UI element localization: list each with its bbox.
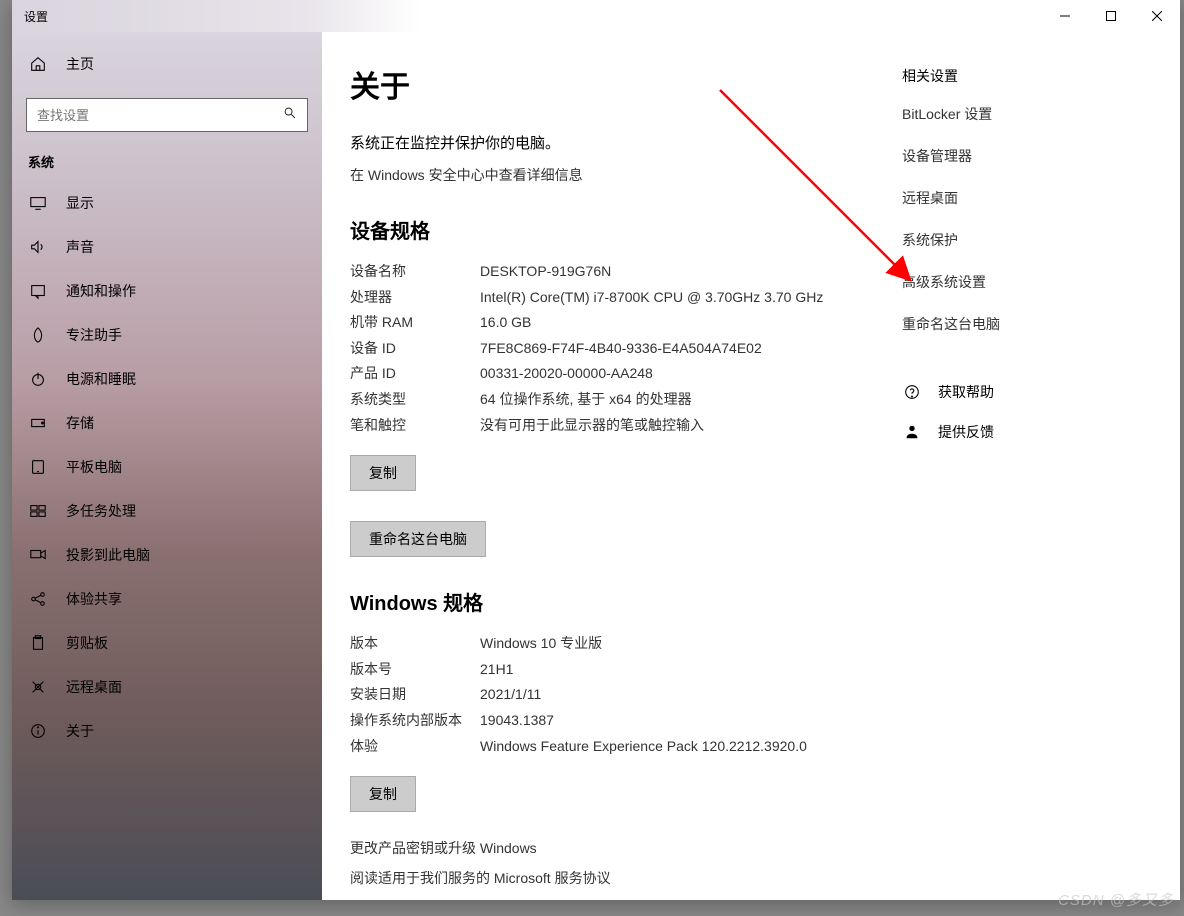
- device-manager-link[interactable]: 设备管理器: [902, 146, 1112, 166]
- rename-pc-link[interactable]: 重命名这台电脑: [902, 314, 1112, 334]
- multitask-icon: [28, 502, 48, 520]
- copy-windows-spec-button[interactable]: 复制: [350, 776, 416, 812]
- protect-message: 系统正在监控并保护你的电脑。: [350, 132, 862, 153]
- titlebar: 设置: [12, 0, 1180, 32]
- maximize-button[interactable]: [1088, 0, 1134, 32]
- spec-build: 操作系统内部版本19043.1387: [350, 711, 862, 731]
- spec-install-date: 安装日期2021/1/11: [350, 685, 862, 705]
- feedback-icon: [902, 423, 922, 441]
- nav-label: 平板电脑: [66, 457, 122, 477]
- spec-product-id: 产品 ID00331-20020-00000-AA248: [350, 364, 862, 384]
- nav-label: 电源和睡眠: [66, 369, 136, 389]
- nav-project[interactable]: 投影到此电脑: [12, 533, 322, 577]
- window-title: 设置: [24, 8, 48, 25]
- spec-pen: 笔和触控没有可用于此显示器的笔或触控输入: [350, 416, 862, 436]
- focus-icon: [28, 326, 48, 344]
- spec-system-type: 系统类型64 位操作系统, 基于 x64 的处理器: [350, 390, 862, 410]
- related-heading: 相关设置: [902, 66, 1112, 86]
- display-icon: [28, 194, 48, 212]
- close-button[interactable]: [1134, 0, 1180, 32]
- close-icon: [1152, 11, 1162, 21]
- spec-edition: 版本Windows 10 专业版: [350, 634, 862, 654]
- nav-label: 剪贴板: [66, 633, 108, 653]
- nav-label: 体验共享: [66, 589, 122, 609]
- nav-label: 投影到此电脑: [66, 545, 150, 565]
- help-icon: [902, 383, 922, 401]
- nav-label: 通知和操作: [66, 281, 136, 301]
- services-agreement-link[interactable]: 阅读适用于我们服务的 Microsoft 服务协议: [350, 868, 862, 888]
- minimize-button[interactable]: [1042, 0, 1088, 32]
- spec-experience: 体验Windows Feature Experience Pack 120.22…: [350, 737, 862, 757]
- remote-icon: [28, 678, 48, 696]
- feedback-label: 提供反馈: [938, 422, 994, 442]
- titlebar-buttons: [1042, 0, 1180, 32]
- nav-label: 存储: [66, 413, 94, 433]
- copy-device-spec-button[interactable]: 复制: [350, 455, 416, 491]
- nav-focus[interactable]: 专注助手: [12, 313, 322, 357]
- power-icon: [28, 370, 48, 388]
- spec-processor: 处理器Intel(R) Core(TM) i7-8700K CPU @ 3.70…: [350, 288, 862, 308]
- nav-shared[interactable]: 体验共享: [12, 577, 322, 621]
- spec-version: 版本号21H1: [350, 660, 862, 680]
- category-label: 系统: [12, 140, 322, 181]
- windows-spec-heading: Windows 规格: [350, 587, 862, 616]
- notifications-icon: [28, 282, 48, 300]
- sound-icon: [28, 238, 48, 256]
- content: 关于 系统正在监控并保护你的电脑。 在 Windows 安全中心中查看详细信息 …: [322, 32, 1180, 900]
- home-icon: [28, 55, 48, 73]
- nav-sound[interactable]: 声音: [12, 225, 322, 269]
- nav-remote[interactable]: 远程桌面: [12, 665, 322, 709]
- remote-desktop-link[interactable]: 远程桌面: [902, 188, 1112, 208]
- home-label: 主页: [66, 54, 94, 74]
- storage-icon: [28, 414, 48, 432]
- page-title: 关于: [350, 62, 862, 106]
- rename-pc-button[interactable]: 重命名这台电脑: [350, 521, 486, 557]
- sidebar: 主页 系统 显示 声音 通知和操作: [12, 32, 322, 900]
- search-input[interactable]: [37, 108, 283, 123]
- nav-power[interactable]: 电源和睡眠: [12, 357, 322, 401]
- advanced-system-settings-link[interactable]: 高级系统设置: [902, 272, 1112, 292]
- device-spec-heading: 设备规格: [350, 215, 862, 244]
- feedback-link[interactable]: 提供反馈: [902, 422, 1112, 442]
- home-nav[interactable]: 主页: [12, 40, 322, 88]
- tablet-icon: [28, 458, 48, 476]
- get-help-label: 获取帮助: [938, 382, 994, 402]
- nav-label: 多任务处理: [66, 501, 136, 521]
- about-icon: [28, 722, 48, 740]
- watermark: CSDN @多又多: [1058, 889, 1174, 910]
- spec-device-name: 设备名称DESKTOP-919G76N: [350, 262, 862, 282]
- maximize-icon: [1106, 11, 1116, 21]
- spec-ram: 机带 RAM16.0 GB: [350, 313, 862, 333]
- project-icon: [28, 546, 48, 564]
- change-product-key-link[interactable]: 更改产品密钥或升级 Windows: [350, 838, 862, 858]
- nav-notifications[interactable]: 通知和操作: [12, 269, 322, 313]
- nav-label: 声音: [66, 237, 94, 257]
- related-settings: 相关设置 BitLocker 设置 设备管理器 远程桌面 系统保护 高级系统设置…: [882, 32, 1132, 900]
- bitlocker-link[interactable]: BitLocker 设置: [902, 104, 1112, 124]
- get-help-link[interactable]: 获取帮助: [902, 382, 1112, 402]
- nav-tablet[interactable]: 平板电脑: [12, 445, 322, 489]
- minimize-icon: [1060, 11, 1070, 21]
- search-icon: [283, 106, 297, 125]
- nav-label: 关于: [66, 721, 94, 741]
- nav-clipboard[interactable]: 剪贴板: [12, 621, 322, 665]
- main-panel: 关于 系统正在监控并保护你的电脑。 在 Windows 安全中心中查看详细信息 …: [322, 32, 882, 900]
- nav-label: 远程桌面: [66, 677, 122, 697]
- security-center-link[interactable]: 在 Windows 安全中心中查看详细信息: [350, 165, 862, 185]
- nav-display[interactable]: 显示: [12, 181, 322, 225]
- system-protection-link[interactable]: 系统保护: [902, 230, 1112, 250]
- nav-label: 专注助手: [66, 325, 122, 345]
- window-body: 主页 系统 显示 声音 通知和操作: [12, 32, 1180, 900]
- search-wrap: [12, 88, 322, 140]
- spec-device-id: 设备 ID7FE8C869-F74F-4B40-9336-E4A504A74E0…: [350, 339, 862, 359]
- search-box[interactable]: [26, 98, 308, 132]
- nav-label: 显示: [66, 193, 94, 213]
- nav-multitask[interactable]: 多任务处理: [12, 489, 322, 533]
- settings-window: 设置 主页: [12, 0, 1180, 900]
- nav-storage[interactable]: 存储: [12, 401, 322, 445]
- license-terms-link[interactable]: 阅读 Microsoft 软件许可条款: [350, 898, 862, 900]
- nav-about[interactable]: 关于: [12, 709, 322, 753]
- clipboard-icon: [28, 634, 48, 652]
- shared-icon: [28, 590, 48, 608]
